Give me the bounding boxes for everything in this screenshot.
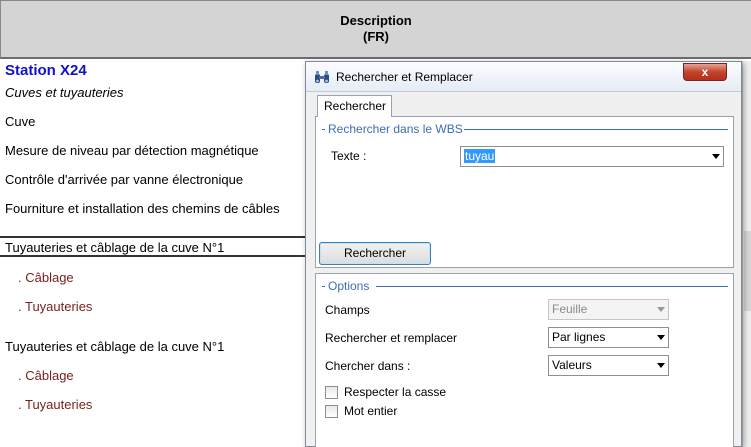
binoculars-icon — [315, 71, 329, 83]
row-item[interactable]: Contrôle d'arrivée par vanne électroniqu… — [5, 172, 243, 187]
look-in-select[interactable]: Valeurs — [548, 355, 669, 376]
chevron-down-icon — [657, 307, 665, 312]
search-text-combo[interactable]: tuyau — [460, 146, 724, 167]
row-sub-item[interactable]: . Câblage — [18, 368, 74, 383]
column-header-language: (FR) — [363, 29, 389, 44]
champs-value: Feuille — [552, 302, 588, 316]
group-border — [376, 286, 728, 287]
look-in-label: Chercher dans : — [325, 359, 411, 373]
champs-select: Feuille — [548, 299, 669, 320]
replace-mode-select[interactable]: Par lignes — [548, 327, 669, 348]
group-border — [322, 286, 325, 287]
champs-label: Champs — [325, 303, 370, 317]
row-item[interactable]: Cuve — [5, 114, 35, 129]
options-panel: Options Champs Feuille Rechercher et rem… — [315, 273, 734, 447]
group-border — [322, 129, 325, 130]
options-legend: Options — [328, 279, 370, 293]
chevron-down-icon[interactable] — [657, 363, 665, 368]
replace-mode-label: Rechercher et remplacer — [325, 331, 458, 345]
whole-word-checkbox[interactable] — [325, 405, 338, 418]
dialog-titlebar[interactable]: Rechercher et Remplacer x — [306, 62, 741, 92]
match-case-checkbox[interactable] — [325, 386, 338, 399]
column-header-title: Description — [340, 13, 412, 28]
row-item[interactable]: Tuyauteries et câblage de la cuve N°1 — [5, 339, 224, 354]
group-border — [464, 129, 728, 130]
vertical-scrollbar[interactable] — [742, 61, 751, 447]
row-item[interactable]: Fourniture et installation des chemins d… — [5, 201, 280, 216]
chevron-down-icon[interactable] — [712, 154, 720, 159]
find-replace-dialog: Rechercher et Remplacer x Rechercher Rec… — [305, 61, 742, 447]
search-text-value: tuyau — [464, 149, 496, 163]
row-item-selected[interactable]: Tuyauteries et câblage de la cuve N°1 — [5, 240, 224, 255]
replace-mode-value: Par lignes — [552, 330, 606, 344]
text-field-label: Texte : — [331, 149, 367, 163]
whole-word-label[interactable]: Mot entier — [344, 404, 397, 418]
row-item[interactable]: Mesure de niveau par détection magnétiqu… — [5, 143, 259, 158]
search-button[interactable]: Rechercher — [319, 242, 431, 265]
row-group-title[interactable]: Cuves et tuyauteries — [5, 85, 124, 100]
close-icon: x — [701, 65, 709, 79]
close-button[interactable]: x — [683, 63, 727, 81]
column-header-description[interactable]: Description (FR) — [0, 0, 751, 59]
scrollbar-thumb[interactable] — [744, 231, 751, 311]
search-group-legend: Rechercher dans le WBS — [328, 122, 463, 136]
tab-rechercher[interactable]: Rechercher — [317, 95, 392, 117]
row-sub-item[interactable]: . Tuyauteries — [18, 299, 92, 314]
chevron-down-icon[interactable] — [657, 335, 665, 340]
row-sub-item[interactable]: . Tuyauteries — [18, 397, 92, 412]
dialog-title: Rechercher et Remplacer — [336, 70, 473, 84]
row-sub-item[interactable]: . Câblage — [18, 270, 74, 285]
match-case-label[interactable]: Respecter la casse — [344, 385, 446, 399]
look-in-value: Valeurs — [552, 358, 592, 372]
row-station-title[interactable]: Station X24 — [5, 62, 87, 79]
